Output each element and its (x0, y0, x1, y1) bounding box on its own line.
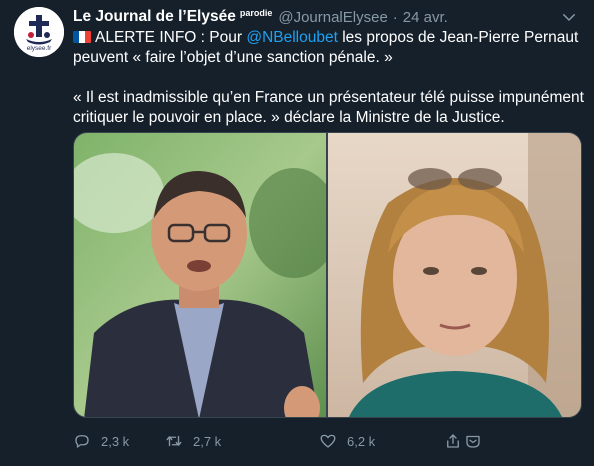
france-flag-icon (73, 31, 91, 43)
parody-badge: parodie (239, 8, 273, 18)
tweet-text-paragraph-2: « Il est inadmissible qu’en France un pr… (73, 89, 584, 126)
woman-with-glasses-photo[interactable] (328, 133, 581, 417)
handle[interactable]: @JournalElysee (278, 9, 387, 26)
avatar[interactable]: elysee.fr (14, 7, 64, 57)
reply-button[interactable]: 2,3 k (73, 432, 129, 450)
tweet-header: Le Journal de l’Elysée parodie @JournalE… (73, 6, 582, 28)
tweet-actions: 2,3 k 2,7 k 6,2 k (73, 432, 493, 458)
retweet-button[interactable]: 2,7 k (165, 432, 221, 450)
display-name[interactable]: Le Journal de l’Elysée (73, 8, 236, 26)
share-icon (447, 434, 459, 448)
mention-link[interactable]: @NBelloubet (246, 29, 338, 46)
tweet[interactable]: elysee.fr Le Journal de l’Elysée parodie… (0, 0, 594, 466)
like-button[interactable]: 6,2 k (319, 432, 375, 450)
separator-dot: · (392, 8, 398, 26)
man-in-suit-photo[interactable] (74, 133, 326, 417)
avatar-caption: elysee.fr (26, 45, 52, 52)
text-prefix: ALERTE INFO : Pour (95, 29, 247, 46)
reply-count: 2,3 k (101, 433, 130, 449)
reply-icon (75, 435, 89, 448)
tweet-text-paragraph-1: ALERTE INFO : Pour @NBelloubet les propo… (73, 28, 588, 68)
tweet-text: ALERTE INFO : Pour @NBelloubet les propo… (73, 28, 588, 128)
share-button[interactable] (444, 432, 484, 450)
chevron-down-icon[interactable] (560, 8, 578, 26)
retweet-count: 2,7 k (193, 433, 222, 449)
media-grid (73, 132, 582, 418)
like-icon (320, 434, 336, 448)
tweet-date[interactable]: 24 avr. (403, 9, 448, 26)
retweet-icon (166, 435, 182, 447)
dm-icon (466, 435, 480, 448)
like-count: 6,2 k (347, 433, 376, 449)
